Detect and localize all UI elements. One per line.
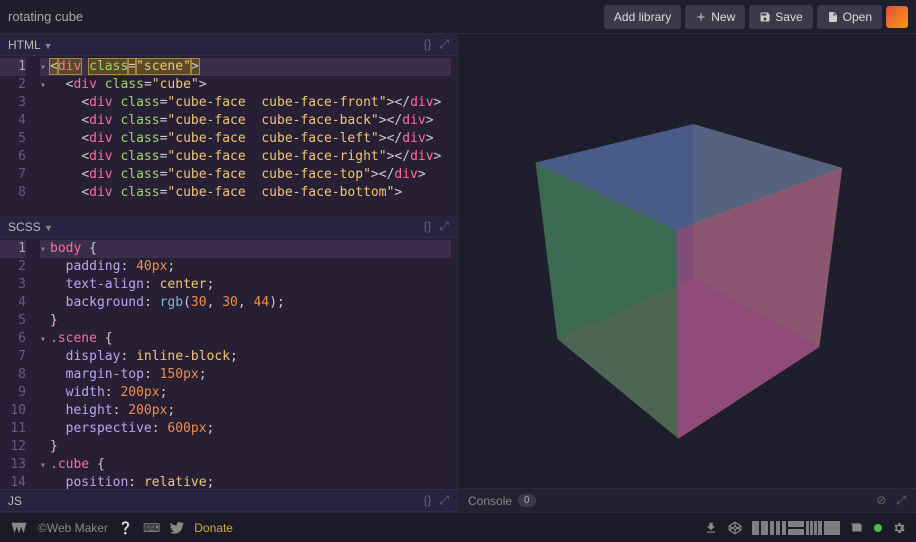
top-actions: Add library New Save Open [604,5,908,29]
save-icon [759,11,771,23]
detach-icon[interactable] [850,521,864,535]
pane-settings-icon[interactable]: {} [423,37,431,52]
download-icon[interactable] [704,521,718,535]
codepen-icon[interactable] [728,521,742,535]
layout-switcher [752,521,840,535]
pane-expand-icon[interactable]: ⤢ [439,37,449,52]
plus-icon [695,11,707,23]
console-bar: Console 0 ⊘ ⤢ [458,488,916,512]
open-button[interactable]: Open [817,5,882,29]
layout-4-icon[interactable] [806,521,822,535]
donate-link[interactable]: Donate [194,521,233,535]
notifications-icon[interactable] [874,524,882,532]
chevron-down-icon: ▼ [44,41,53,51]
save-button[interactable]: Save [749,5,812,29]
brand-label: ©Web Maker [38,521,108,535]
console-block-icon[interactable]: ⊘ [876,493,886,508]
file-icon [827,11,839,23]
chevron-down-icon: ▼ [44,223,53,233]
webmaker-logo-icon[interactable] [10,521,28,535]
cube-scene [587,161,787,361]
html-editor[interactable]: 12345678 ▾<div class="scene">▾ <div clas… [0,56,457,216]
bottombar: ©Web Maker ❔ ⌨ Donate [0,512,916,542]
scss-editor[interactable]: 1234567891011121314151617 ▾body { paddin… [0,238,457,489]
pane-settings-icon[interactable]: {} [423,493,431,508]
new-button[interactable]: New [685,5,745,29]
pane-expand-icon[interactable]: ⤢ [439,219,449,234]
console-toggle[interactable]: Console [468,494,512,508]
js-pane-header: JS {} ⤢ [0,489,457,512]
layout-1-icon[interactable] [752,521,768,535]
add-library-button[interactable]: Add library [604,5,681,29]
console-count-badge: 0 [518,494,536,507]
html-pane-header: HTML ▼ {} ⤢ [0,34,457,56]
topbar: Add library New Save Open [0,0,916,34]
project-title-input[interactable] [8,9,308,24]
layout-2-icon[interactable] [770,521,786,535]
help-icon[interactable]: ❔ [118,521,133,535]
keyboard-icon[interactable]: ⌨ [143,521,160,535]
layout-5-icon[interactable] [824,521,840,535]
scss-lang-selector[interactable]: SCSS ▼ [8,220,53,234]
js-lang-selector[interactable]: JS [8,494,22,508]
scss-pane-header: SCSS ▼ {} ⤢ [0,216,457,238]
settings-icon[interactable] [892,521,906,535]
pane-settings-icon[interactable]: {} [423,219,431,234]
twitter-icon[interactable] [170,522,184,534]
console-expand-icon[interactable]: ⤢ [896,493,906,508]
layout-3-icon[interactable] [788,521,804,535]
user-avatar[interactable] [886,6,908,28]
pane-expand-icon[interactable]: ⤢ [439,493,449,508]
preview-pane [458,34,916,488]
html-lang-selector[interactable]: HTML ▼ [8,38,53,52]
